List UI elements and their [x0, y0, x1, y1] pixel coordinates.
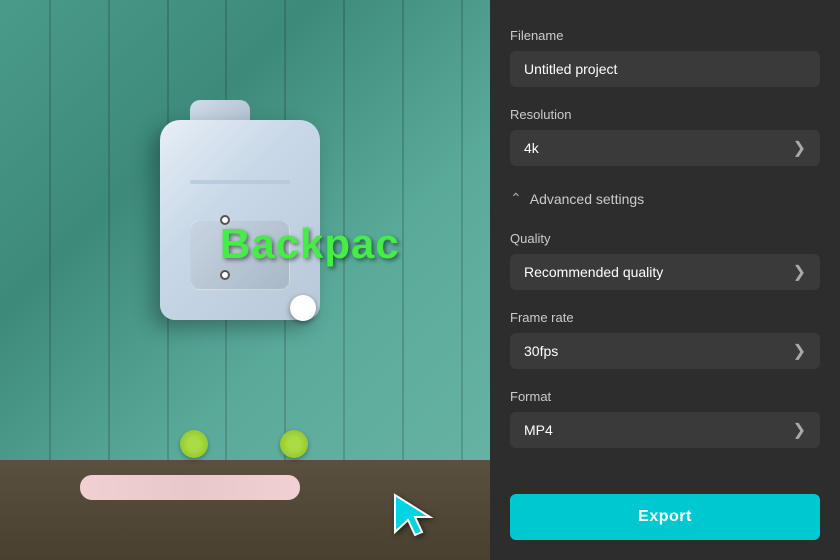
- advanced-chevron-icon: ⌃: [510, 190, 522, 207]
- framerate-label: Frame rate: [510, 310, 820, 325]
- export-button[interactable]: Export: [510, 494, 820, 540]
- selection-handle-top: [220, 215, 230, 225]
- export-panel: Filename Resolution 720p 1080p 4k 8k ❯ ⌃…: [490, 0, 840, 560]
- advanced-settings-label: Advanced settings: [530, 191, 644, 207]
- format-select[interactable]: MP4 MOV AVI GIF: [510, 412, 820, 448]
- preview-area: Backpac: [0, 0, 490, 560]
- selection-handle-circle: [290, 295, 316, 321]
- quality-group: Quality Low quality Recommended quality …: [510, 231, 820, 290]
- quality-select-wrapper: Low quality Recommended quality High qua…: [510, 254, 820, 290]
- wheel-left: [180, 430, 208, 458]
- filename-input[interactable]: [510, 51, 820, 87]
- backpack-label: Backpac: [220, 220, 400, 268]
- cursor-icon: [390, 490, 435, 540]
- framerate-group: Frame rate 24fps 30fps 60fps ❯: [510, 310, 820, 369]
- skateboard: [80, 475, 300, 500]
- quality-label: Quality: [510, 231, 820, 246]
- format-label: Format: [510, 389, 820, 404]
- export-btn-container: Export: [490, 478, 840, 560]
- wheel-right: [280, 430, 308, 458]
- format-select-wrapper: MP4 MOV AVI GIF ❯: [510, 412, 820, 448]
- panel-content: Filename Resolution 720p 1080p 4k 8k ❯ ⌃…: [490, 0, 840, 478]
- resolution-label: Resolution: [510, 107, 820, 122]
- selection-handle-bottom: [220, 270, 230, 280]
- format-group: Format MP4 MOV AVI GIF ❯: [510, 389, 820, 448]
- backpack-detail: [190, 180, 290, 184]
- framerate-select[interactable]: 24fps 30fps 60fps: [510, 333, 820, 369]
- quality-select[interactable]: Low quality Recommended quality High qua…: [510, 254, 820, 290]
- advanced-settings-toggle[interactable]: ⌃ Advanced settings: [510, 186, 820, 211]
- preview-background: Backpac: [0, 0, 490, 560]
- framerate-select-wrapper: 24fps 30fps 60fps ❯: [510, 333, 820, 369]
- filename-group: Filename: [510, 28, 820, 87]
- resolution-select[interactable]: 720p 1080p 4k 8k: [510, 130, 820, 166]
- resolution-select-wrapper: 720p 1080p 4k 8k ❯: [510, 130, 820, 166]
- filename-label: Filename: [510, 28, 820, 43]
- resolution-group: Resolution 720p 1080p 4k 8k ❯: [510, 107, 820, 166]
